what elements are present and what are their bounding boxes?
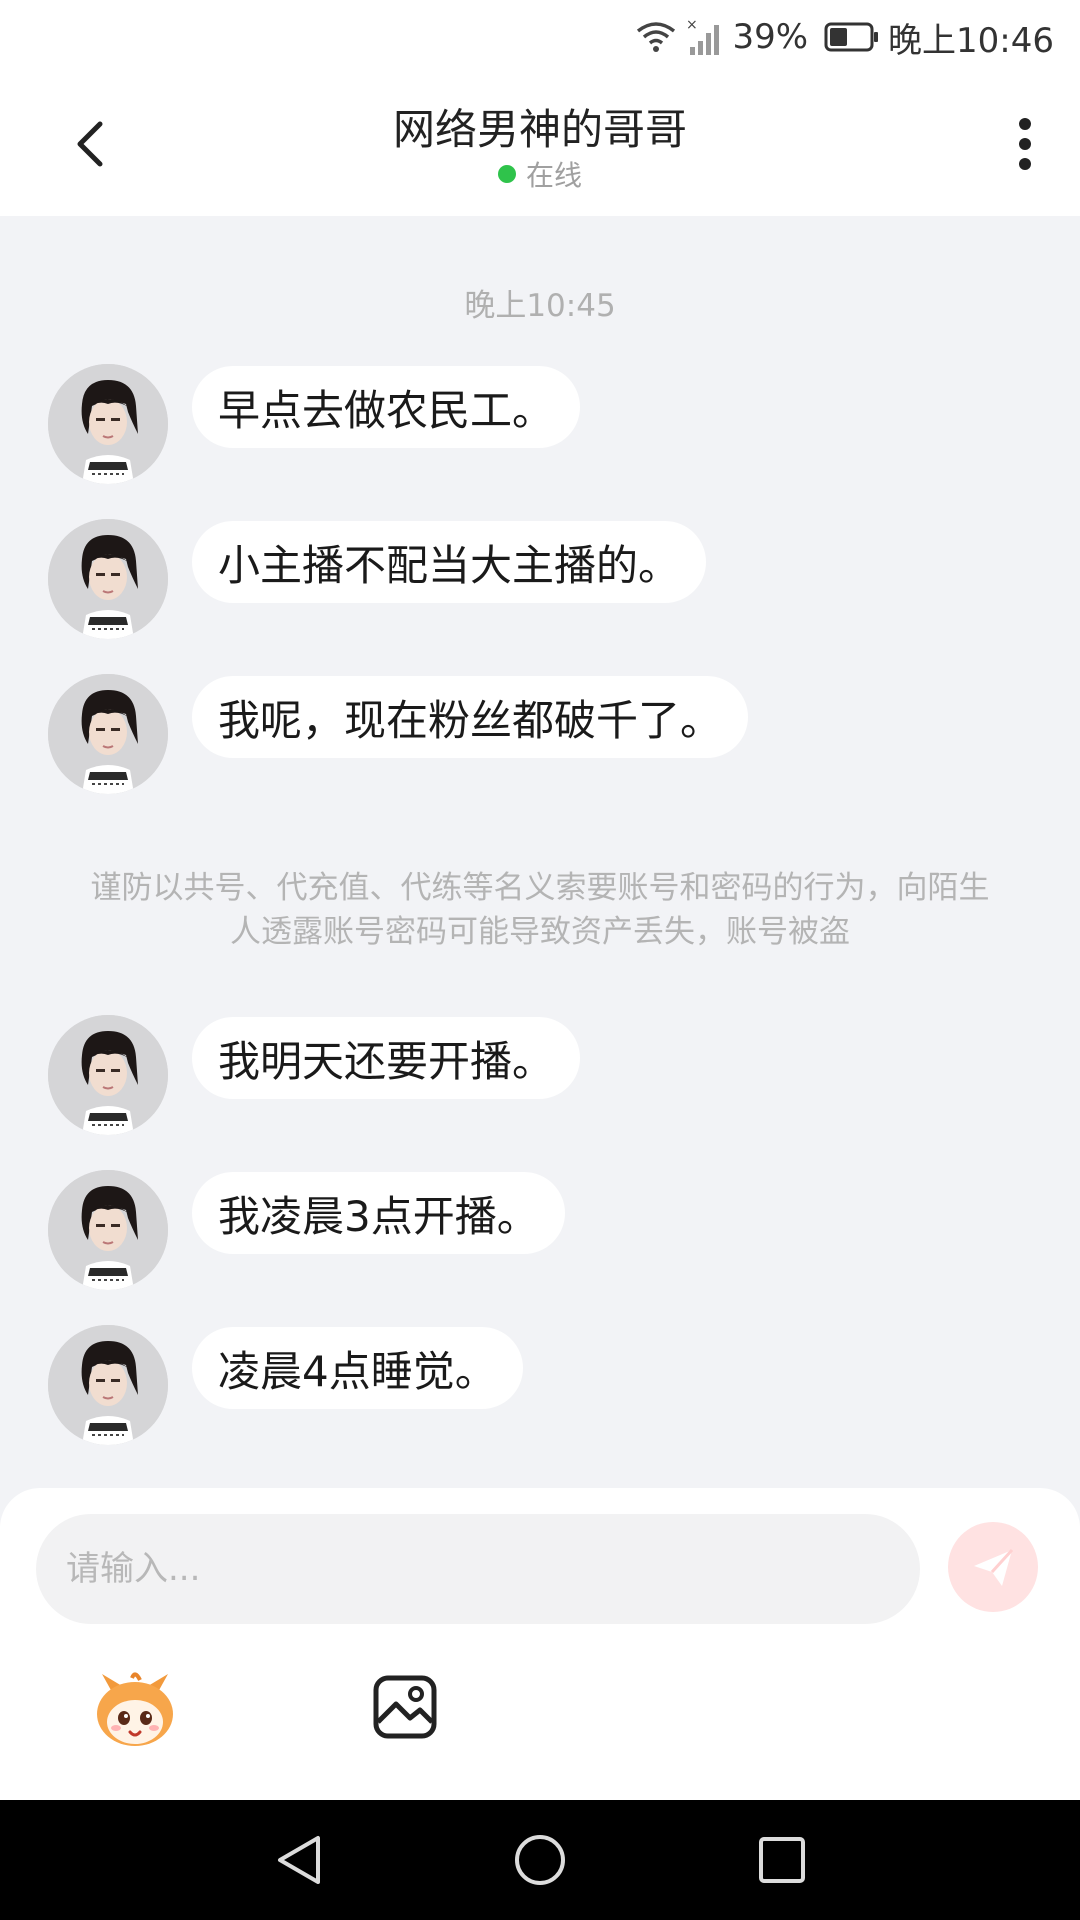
input-panel	[0, 1488, 1080, 1800]
message-bubble[interactable]: 早点去做农民工。	[192, 366, 581, 448]
security-notice: 谨防以共号、代充值、代练等名义索要账号和密码的行为，向陌生人透露账号密码可能导致…	[90, 870, 990, 950]
message-bubble[interactable]: 我呢，现在粉丝都破千了。	[192, 676, 749, 758]
nav-back-button[interactable]	[272, 1832, 328, 1892]
chat-screen: × 39% 晚上10:46 网络男神的哥哥 在线 晚上10:45 早点去做农民工…	[0, 0, 1080, 1920]
send-button[interactable]	[948, 1522, 1038, 1612]
online-status: 在线	[0, 154, 1080, 194]
message-input[interactable]	[36, 1514, 920, 1624]
online-status-label: 在线	[525, 159, 582, 192]
svg-text:×: ×	[686, 17, 698, 33]
image-icon	[373, 1675, 437, 1739]
signal-icon: ×	[686, 17, 724, 57]
battery-percent: 39%	[732, 17, 809, 57]
avatar[interactable]	[48, 1015, 168, 1135]
avatar[interactable]	[48, 1325, 168, 1445]
online-dot-icon	[497, 165, 516, 183]
system-navigation-bar	[0, 1800, 1080, 1920]
status-time: 晚上10:46	[888, 20, 1054, 61]
battery-icon	[824, 22, 880, 52]
message-bubble[interactable]: 我凌晨3点开播。	[192, 1172, 565, 1254]
chat-header: 网络男神的哥哥 在线	[0, 72, 1080, 216]
nav-home-button[interactable]	[512, 1832, 568, 1892]
more-options-button[interactable]	[1000, 112, 1050, 176]
contact-name: 网络男神的哥哥	[392, 105, 687, 154]
square-recent-icon	[759, 1837, 805, 1883]
message-bubble[interactable]: 凌晨4点睡觉。	[192, 1327, 523, 1409]
triangle-back-icon	[278, 1836, 320, 1884]
avatar[interactable]	[48, 519, 168, 639]
message-bubble[interactable]: 我明天还要开播。	[192, 1017, 581, 1099]
circle-home-icon	[515, 1835, 565, 1885]
nav-recent-apps-button[interactable]	[754, 1832, 810, 1892]
paper-plane-icon	[974, 1548, 1014, 1586]
wifi-icon	[634, 19, 678, 55]
image-picker-button[interactable]	[372, 1674, 438, 1740]
more-vertical-icon	[1019, 118, 1031, 170]
message-bubble[interactable]: 小主播不配当大主播的。	[192, 521, 707, 603]
avatar[interactable]	[48, 674, 168, 794]
message-timestamp: 晚上10:45	[464, 288, 616, 324]
avatar[interactable]	[48, 1170, 168, 1290]
avatar[interactable]	[48, 364, 168, 484]
mascot-emoji-button[interactable]	[92, 1672, 178, 1750]
mascot-emoji-icon	[97, 1672, 173, 1746]
status-bar: × 39% 晚上10:46	[0, 0, 1080, 72]
